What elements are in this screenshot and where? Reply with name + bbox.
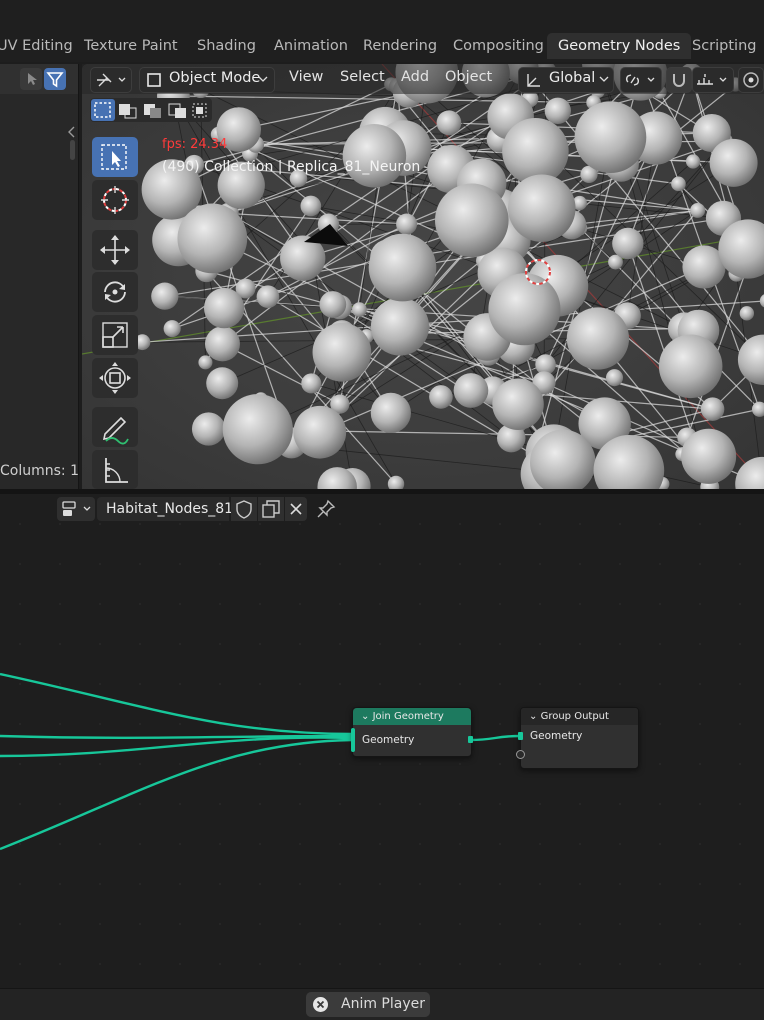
filter-funnel-icon (44, 68, 66, 90)
filter-button[interactable] (44, 68, 66, 90)
collection-info-label: (490) Collection | Replica_81_Neuron (162, 159, 420, 175)
fake-user-button[interactable] (231, 497, 257, 521)
group-output-node-header[interactable]: ⌄ Group Output (521, 708, 638, 725)
node-tree-icon (57, 497, 95, 521)
cursor-tool[interactable] (92, 180, 138, 220)
snap-increment-icon (693, 68, 733, 92)
select-filter-button[interactable] (20, 68, 42, 90)
geometry-input-socket[interactable] (518, 732, 523, 740)
group-output-geometry-label: Geometry (530, 730, 582, 742)
neuron-scene (82, 64, 764, 489)
scale-tool[interactable] (92, 315, 138, 355)
geometry-multi-input-socket[interactable] (351, 728, 355, 752)
pivot-point-dropdown[interactable] (620, 67, 662, 93)
selection-mode-group (90, 98, 212, 122)
node-group-name-field[interactable]: Habitat_Nodes_81 (97, 497, 229, 521)
collapse-chevron-icon[interactable]: ⌄ (529, 711, 537, 722)
shield-icon (231, 497, 257, 521)
group-output-node[interactable]: ⌄ Group Output Geometry (520, 707, 639, 769)
rotate-icon (92, 272, 138, 312)
measure-tool[interactable] (92, 450, 138, 489)
link-icon (621, 68, 661, 92)
cursor-arrow-icon (20, 68, 42, 90)
geometry-output-socket[interactable] (468, 736, 473, 743)
geometry-links (0, 674, 520, 849)
transform-icon (92, 358, 138, 398)
move-tool[interactable] (92, 230, 138, 270)
group-output-title: Group Output (541, 711, 609, 722)
rotate-tool[interactable] (92, 272, 138, 312)
select-box-icon (92, 137, 138, 177)
magnet-icon (667, 68, 691, 92)
pin-button[interactable] (314, 497, 338, 521)
anim-player-label: Anim Player (341, 996, 425, 1012)
unlink-button[interactable] (285, 497, 307, 521)
cursor-crosshair-icon (92, 180, 138, 220)
pencil-icon (92, 407, 138, 447)
tab-uv-editing[interactable]: UV Editing (0, 33, 84, 59)
selection-mode-icons (90, 98, 212, 122)
orientation-label: Global (549, 70, 595, 86)
view3d-icon (91, 68, 131, 92)
tab-animation[interactable]: Animation (263, 33, 359, 59)
duplicate-icon (258, 497, 284, 521)
tab-scripting[interactable]: Scripting (681, 33, 764, 59)
3d-viewport[interactable] (82, 64, 764, 489)
node-editor-type-dropdown[interactable] (57, 497, 95, 521)
snap-target-dropdown[interactable] (692, 67, 734, 93)
collapse-chevron-icon[interactable]: ⌄ (361, 711, 369, 722)
object-mode-dropdown[interactable]: Object Mode (139, 67, 275, 93)
proportional-editing-toggle[interactable] (738, 67, 764, 93)
snap-toggle[interactable] (666, 67, 692, 93)
geometry-input-label: Geometry (362, 734, 414, 746)
menu-add[interactable]: Add (401, 69, 429, 85)
menu-object[interactable]: Object (445, 69, 492, 85)
columns-label: Columns: 1 (0, 463, 79, 479)
cancel-circle-icon[interactable] (312, 996, 329, 1013)
close-x-icon (285, 497, 307, 521)
annotate-tool[interactable] (92, 407, 138, 447)
tab-shading[interactable]: Shading (186, 33, 267, 59)
tab-texture-paint[interactable]: Texture Paint (73, 33, 189, 59)
object-mode-label: Object Mode (169, 70, 260, 86)
tab-rendering[interactable]: Rendering (352, 33, 448, 59)
scale-icon (92, 315, 138, 355)
transform-tool[interactable] (92, 358, 138, 398)
proportional-circle-icon (739, 68, 763, 92)
transform-orientation-dropdown[interactable]: Global (518, 67, 614, 93)
menu-select[interactable]: Select (340, 69, 385, 85)
tab-geometry-nodes[interactable]: Geometry Nodes (547, 33, 691, 59)
empty-input-socket[interactable] (516, 750, 525, 759)
outliner-scrollbar[interactable] (70, 140, 75, 160)
join-geometry-node-header[interactable]: ⌄ Join Geometry (353, 708, 471, 725)
duplicate-button[interactable] (258, 497, 284, 521)
chevron-down-icon (258, 76, 268, 84)
object-mode-icon (146, 72, 162, 88)
fps-counter: fps: 24.34 (162, 137, 227, 152)
pin-icon (314, 497, 338, 521)
join-geometry-title: Join Geometry (373, 711, 444, 722)
orientation-axes-icon (524, 71, 542, 89)
editor-type-dropdown[interactable] (90, 67, 132, 93)
select-box-tool[interactable] (92, 137, 138, 177)
ruler-icon (92, 450, 138, 489)
menu-view[interactable]: View (289, 69, 323, 85)
chevron-down-icon (599, 76, 609, 84)
move-arrows-icon (92, 230, 138, 270)
tab-compositing[interactable]: Compositing (442, 33, 555, 59)
join-geometry-node[interactable]: ⌄ Join Geometry Geometry (352, 707, 472, 757)
